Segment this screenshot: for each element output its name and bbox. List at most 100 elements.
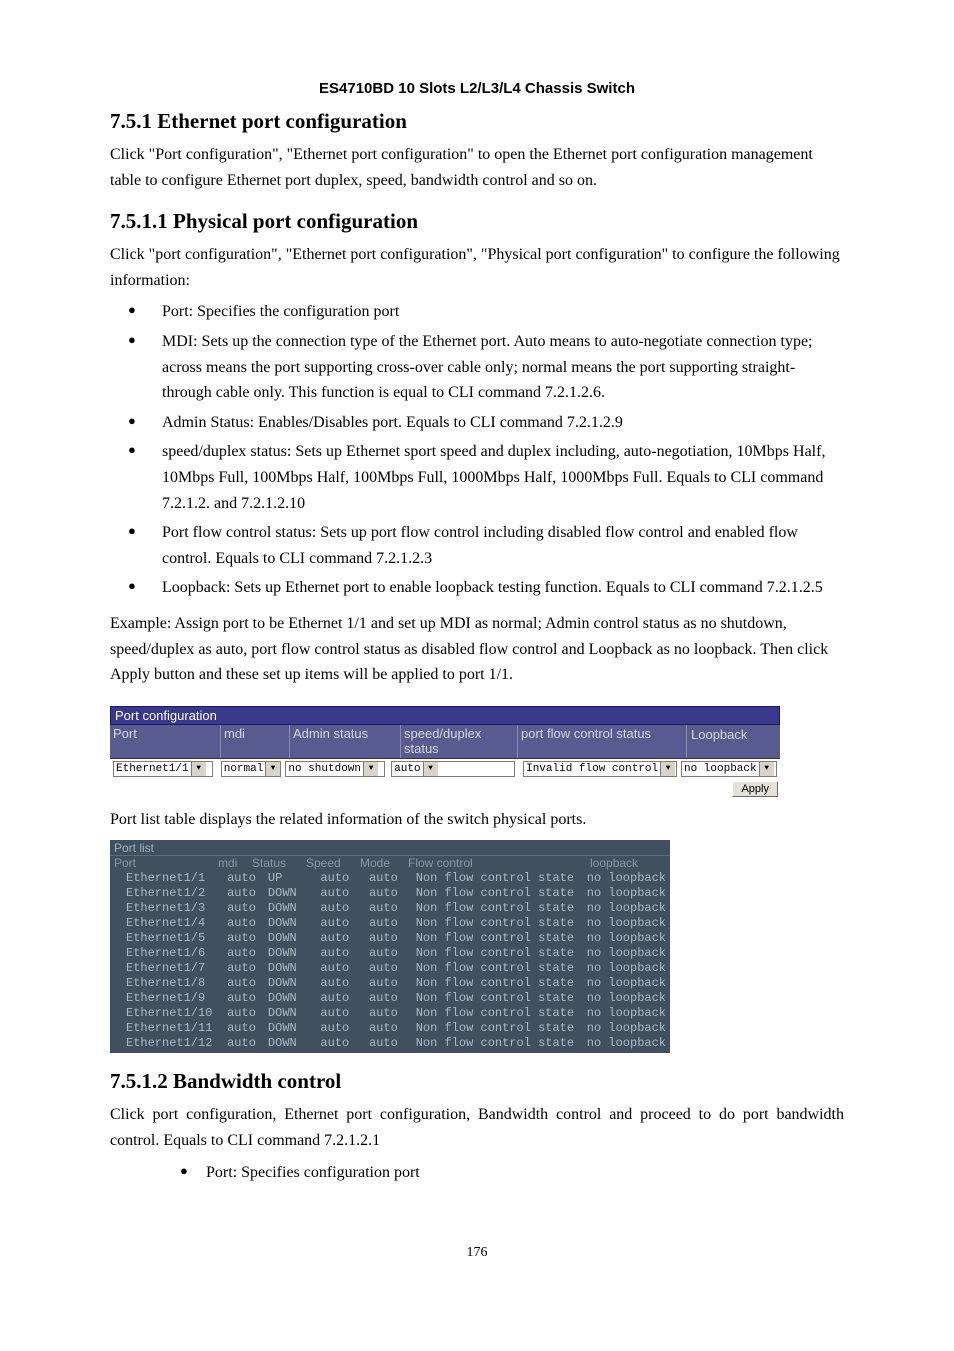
- cell: auto: [320, 871, 369, 886]
- cell: auto: [227, 946, 268, 961]
- admin-select[interactable]: no shutdown ▼: [285, 761, 385, 777]
- cell: Ethernet1/7: [114, 961, 227, 976]
- table-row: Ethernet1/12autoDOWNautoautoNon flow con…: [110, 1036, 670, 1051]
- bandwidth-bullets: Port: Specifies configuration port: [110, 1160, 844, 1186]
- document-page: ES4710BD 10 Slots L2/L3/L4 Chassis Switc…: [0, 0, 954, 1321]
- table-row: Ethernet1/2autoDOWNautoautoNon flow cont…: [110, 886, 670, 901]
- bullet-loop: Loopback: Sets up Ethernet port to enabl…: [128, 575, 844, 601]
- cell: DOWN: [268, 1021, 321, 1036]
- cell: DOWN: [268, 901, 321, 916]
- pl-h-mode: Mode: [360, 856, 408, 870]
- cell: DOWN: [268, 976, 321, 991]
- pl-h-speed: Speed: [306, 856, 360, 870]
- chevron-down-icon[interactable]: ▼: [423, 762, 438, 776]
- section-7-5-1-1-intro: Click "port configuration", "Ethernet po…: [110, 242, 844, 293]
- cell: auto: [369, 1006, 416, 1021]
- flow-select-value: Invalid flow control: [526, 763, 658, 775]
- cell: UP: [268, 871, 321, 886]
- cell: no loopback: [587, 961, 666, 976]
- cell: auto: [320, 901, 369, 916]
- pl-h-loopback: loopback: [590, 856, 660, 870]
- cell: auto: [227, 871, 268, 886]
- admin-select-value: no shutdown: [288, 763, 361, 775]
- cell: auto: [320, 991, 369, 1006]
- header-flow: port flow control status: [518, 725, 687, 758]
- chevron-down-icon[interactable]: ▼: [363, 762, 378, 776]
- cell: auto: [227, 886, 268, 901]
- cell: Ethernet1/8: [114, 976, 227, 991]
- cell: Non flow control state: [416, 1036, 587, 1051]
- chevron-down-icon[interactable]: ▼: [265, 762, 279, 776]
- cell: Non flow control state: [416, 916, 587, 931]
- mdi-select-value: normal: [224, 763, 264, 775]
- cell: no loopback: [587, 886, 666, 901]
- cell: Ethernet1/5: [114, 931, 227, 946]
- cell: Non flow control state: [416, 931, 587, 946]
- cell: DOWN: [268, 931, 321, 946]
- mdi-select[interactable]: normal ▼: [221, 761, 281, 777]
- section-7-5-1-body: Click "Port configuration", "Ethernet po…: [110, 142, 844, 193]
- cell: Ethernet1/10: [114, 1006, 227, 1021]
- cell: auto: [227, 961, 268, 976]
- cell: Ethernet1/3: [114, 901, 227, 916]
- cell: no loopback: [587, 931, 666, 946]
- port-config-title: Port configuration: [110, 706, 780, 725]
- pl-h-port: Port: [114, 856, 218, 870]
- speed-select[interactable]: auto ▼: [391, 761, 515, 777]
- chevron-down-icon[interactable]: ▼: [191, 762, 206, 776]
- chevron-down-icon[interactable]: ▼: [660, 762, 675, 776]
- table-row: Ethernet1/6autoDOWNautoautoNon flow cont…: [110, 946, 670, 961]
- bullet-speed: speed/duplex status: Sets up Ethernet sp…: [128, 439, 844, 516]
- section-7-5-1-2-title: 7.5.1.2 Bandwidth control: [110, 1069, 844, 1094]
- cell: auto: [320, 976, 369, 991]
- loopback-select-value: no loopback: [684, 763, 757, 775]
- cell: auto: [320, 1036, 369, 1051]
- page-number: 176: [110, 1245, 844, 1261]
- bw-bullet-port: Port: Specifies configuration port: [180, 1160, 844, 1186]
- cell: Ethernet1/2: [114, 886, 227, 901]
- pl-h-mdi: mdi: [218, 856, 252, 870]
- table-row: Ethernet1/1autoUPautoautoNon flow contro…: [110, 871, 670, 886]
- table-row: Ethernet1/10autoDOWNautoautoNon flow con…: [110, 1006, 670, 1021]
- cell: auto: [369, 886, 416, 901]
- apply-button[interactable]: Apply: [732, 781, 778, 797]
- cell: Ethernet1/1: [114, 871, 227, 886]
- cell: auto: [320, 931, 369, 946]
- page-header: ES4710BD 10 Slots L2/L3/L4 Chassis Switc…: [110, 80, 844, 97]
- cell: DOWN: [268, 946, 321, 961]
- flow-select[interactable]: Invalid flow control ▼: [523, 761, 677, 777]
- cell: auto: [320, 1021, 369, 1036]
- port-list-table: Port list Port mdi Status Speed Mode Flo…: [110, 840, 670, 1053]
- port-list-rows: Ethernet1/1autoUPautoautoNon flow contro…: [110, 871, 670, 1053]
- table-row: Ethernet1/7autoDOWNautoautoNon flow cont…: [110, 961, 670, 976]
- cell: auto: [227, 976, 268, 991]
- cell: DOWN: [268, 1006, 321, 1021]
- table-row: Ethernet1/5autoDOWNautoautoNon flow cont…: [110, 931, 670, 946]
- port-select[interactable]: Ethernet1/1 ▼: [113, 761, 213, 777]
- cell: auto: [320, 946, 369, 961]
- table-row: Ethernet1/9autoDOWNautoautoNon flow cont…: [110, 991, 670, 1006]
- section-7-5-1-2-body: Click port configuration, Ethernet port …: [110, 1102, 844, 1153]
- config-bullets: Port: Specifies the configuration port M…: [110, 299, 844, 601]
- loopback-select[interactable]: no loopback ▼: [681, 761, 777, 777]
- cell: Non flow control state: [416, 946, 587, 961]
- bullet-admin: Admin Status: Enables/Disables port. Equ…: [128, 410, 844, 436]
- cell: DOWN: [268, 991, 321, 1006]
- cell: DOWN: [268, 1036, 321, 1051]
- chevron-down-icon[interactable]: ▼: [759, 762, 774, 776]
- cell: auto: [227, 991, 268, 1006]
- cell: Non flow control state: [416, 886, 587, 901]
- cell: auto: [227, 1036, 268, 1051]
- cell: Non flow control state: [416, 991, 587, 1006]
- port-select-value: Ethernet1/1: [116, 763, 189, 775]
- table-row: Ethernet1/11autoDOWNautoautoNon flow con…: [110, 1021, 670, 1036]
- pl-h-flow: Flow control: [408, 856, 590, 870]
- cell: auto: [369, 961, 416, 976]
- speed-select-value: auto: [394, 763, 420, 775]
- cell: auto: [320, 886, 369, 901]
- pl-h-status: Status: [252, 856, 306, 870]
- port-config-header-row: Port mdi Admin status speed/duplex statu…: [110, 725, 780, 759]
- bullet-flow: Port flow control status: Sets up port f…: [128, 520, 844, 571]
- cell: DOWN: [268, 961, 321, 976]
- section-7-5-1-1-title: 7.5.1.1 Physical port configuration: [110, 209, 844, 234]
